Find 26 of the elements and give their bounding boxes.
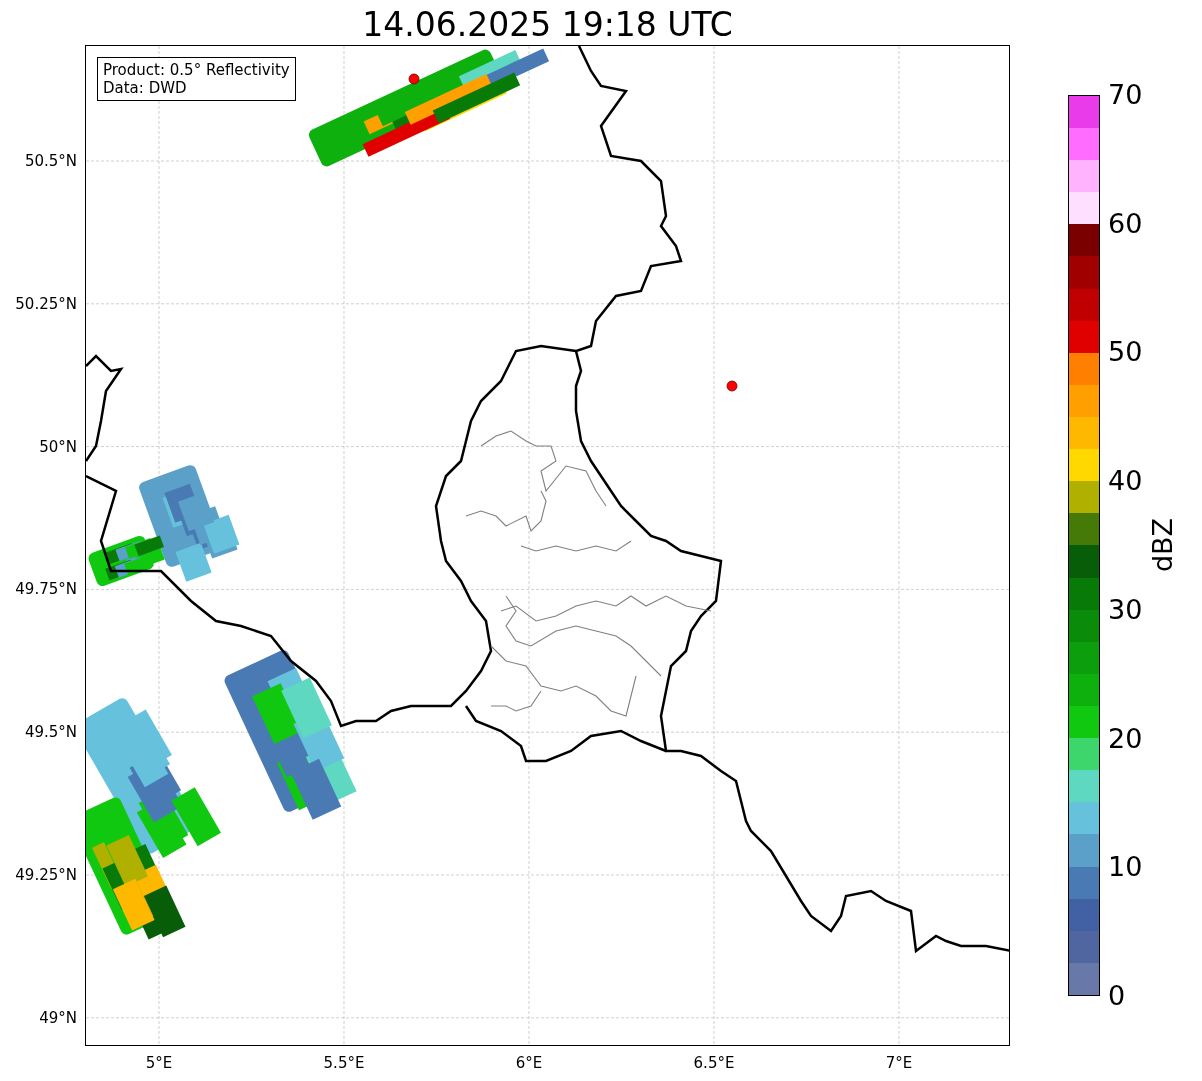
latitude-label: 50°N <box>39 437 77 456</box>
latitude-label: 49°N <box>39 1008 77 1027</box>
colorbar-tick-label: 50 <box>1108 337 1143 368</box>
longitude-label: 6°E <box>515 1054 543 1072</box>
latitude-label: 49.5°N <box>24 723 77 742</box>
longitude-label: 6.5°E <box>693 1054 735 1072</box>
legend-text: Data: DWD <box>103 79 188 97</box>
colorbar-tick-label: 30 <box>1108 594 1143 625</box>
longitude-label: 7°E <box>885 1054 913 1072</box>
colorbar-tick-label: 60 <box>1108 208 1143 239</box>
colorbar-tick-label: 0 <box>1108 981 1126 1011</box>
chart-title: 14.06.2025 19:18 UTC <box>362 5 733 45</box>
latitude-label: 49.75°N <box>15 580 77 599</box>
latitude-label: 49.25°N <box>15 866 77 884</box>
latitude-label: 50.25°N <box>15 294 77 313</box>
legend-text: Product: 0.5° Reflectivity <box>103 61 290 79</box>
latitude-label: 50.5°N <box>24 152 77 170</box>
colorbar-tick-label: 70 <box>1108 80 1143 110</box>
colorbar-tick-label: 40 <box>1108 466 1143 497</box>
colorbar-tick-label: 20 <box>1108 723 1143 754</box>
colorbar-tick-label: 10 <box>1108 852 1143 883</box>
location-marker <box>726 380 738 392</box>
location-marker <box>408 73 420 85</box>
longitude-label: 5.5°E <box>323 1054 365 1072</box>
colorbar-label: dBZ <box>1146 517 1178 573</box>
longitude-label: 5°E <box>145 1054 173 1072</box>
